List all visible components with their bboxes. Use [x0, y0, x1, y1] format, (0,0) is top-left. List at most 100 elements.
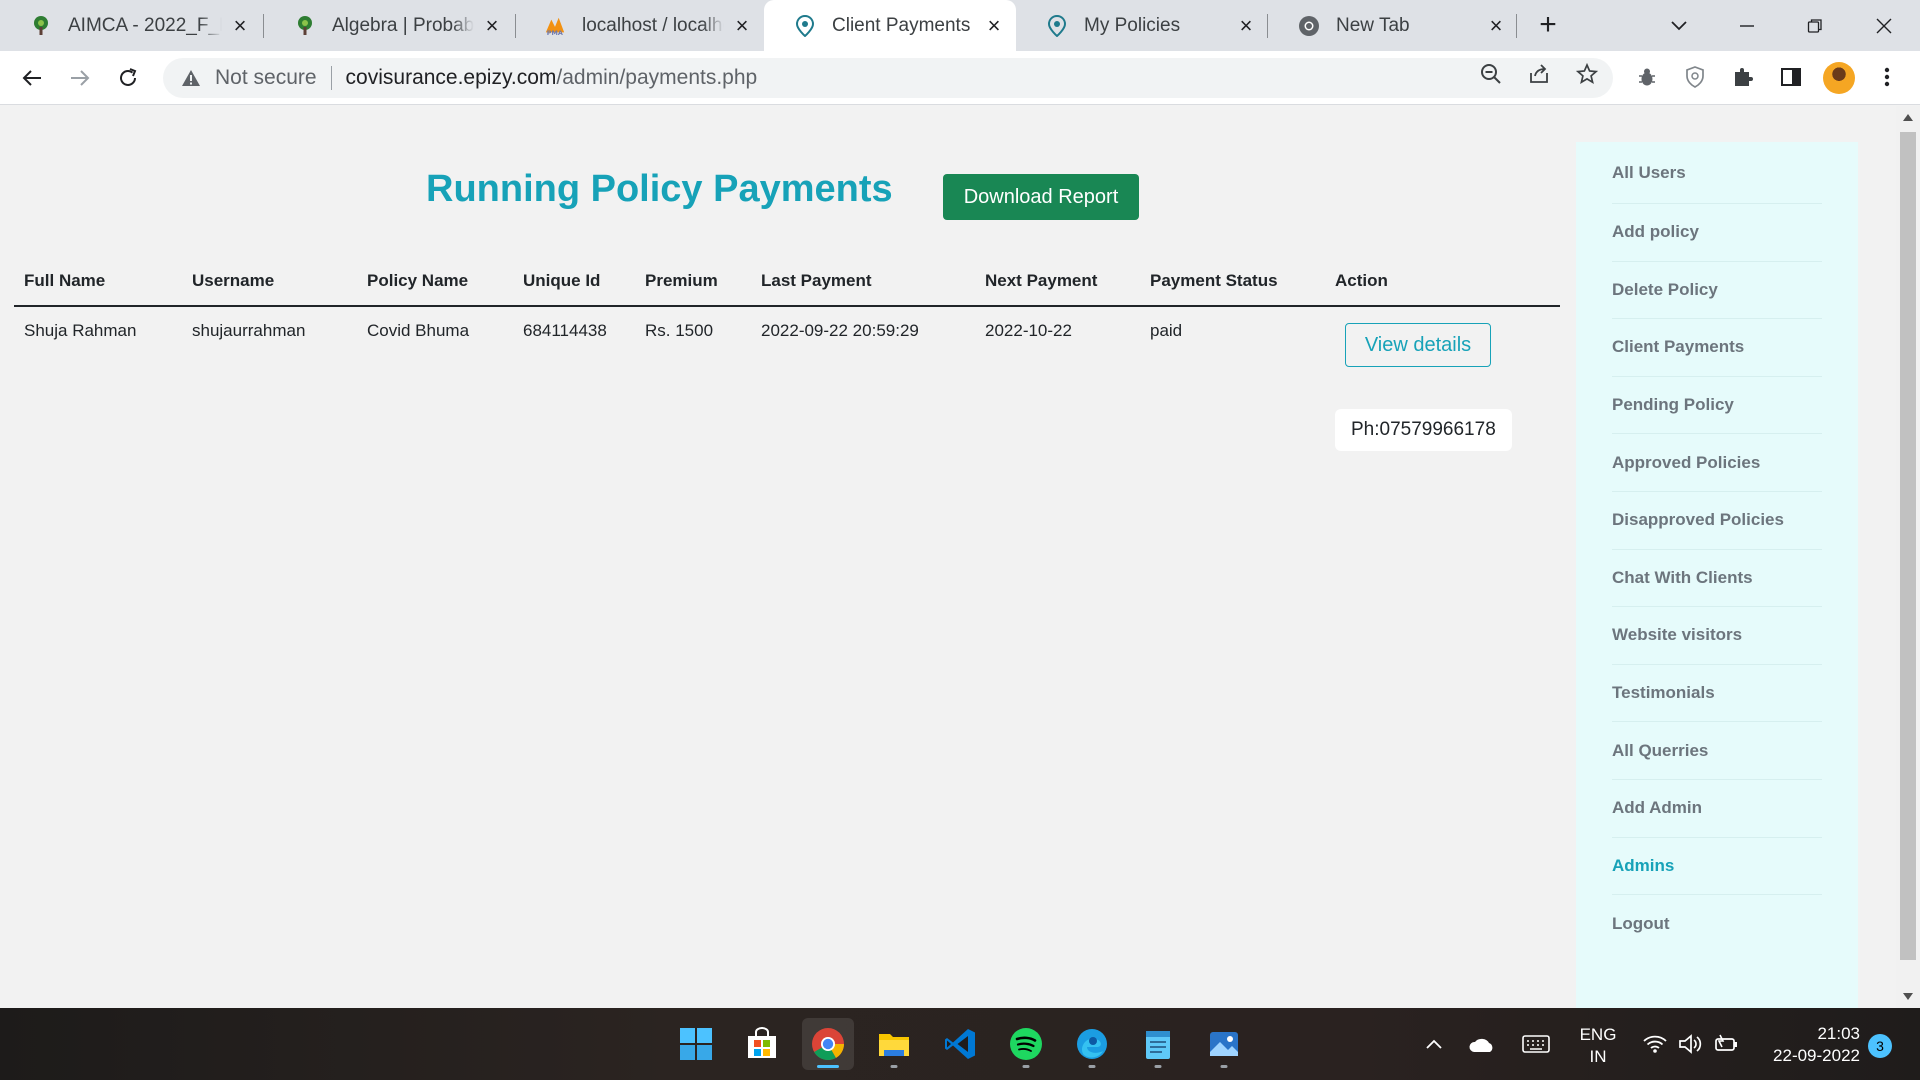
location-pin-favicon-icon [794, 14, 816, 37]
windows-taskbar: ENG IN 21:03 22-09-2022 3 [0, 1008, 1920, 1080]
close-tab-icon[interactable]: × [230, 14, 250, 36]
column-header-last-payment: Last Payment [751, 256, 975, 307]
scroll-down-arrow-icon[interactable] [1903, 993, 1913, 1000]
cell-last-payment: 2022-09-22 20:59:29 [761, 321, 919, 340]
close-tab-icon[interactable]: × [482, 14, 502, 36]
running-indicator [1220, 1065, 1228, 1068]
side-panel-icon[interactable] [1776, 62, 1806, 92]
close-window-icon[interactable] [1866, 8, 1902, 44]
scroll-up-arrow-icon[interactable] [1903, 114, 1913, 121]
close-tab-icon[interactable]: × [732, 14, 752, 36]
tab-search-chevron-icon[interactable] [1661, 8, 1697, 44]
svg-text:PMA: PMA [547, 29, 563, 37]
running-indicator [817, 1065, 839, 1068]
restore-window-icon[interactable] [1797, 8, 1833, 44]
tab-title: Algebra | Probabilit [332, 14, 474, 36]
sidebar-item-logout[interactable]: Logout [1612, 895, 1822, 953]
volume-speaker-icon[interactable] [1676, 1030, 1706, 1058]
profile-avatar[interactable] [1823, 62, 1855, 94]
language-code: ENG [1579, 1025, 1617, 1044]
browser-tab-algebra[interactable]: Algebra | Probabilit × [264, 0, 514, 51]
cell-next-payment: 2022-10-22 [985, 321, 1072, 340]
browser-tab-my-policies[interactable]: My Policies × [1016, 0, 1268, 51]
cell-payment-status: paid [1150, 321, 1183, 340]
sidebar-item-disapproved-policies[interactable]: Disapproved Policies [1612, 492, 1822, 550]
new-tab-plus-icon[interactable]: + [1532, 10, 1564, 42]
browser-tab-phpmyadmin[interactable]: PMA localhost / localhos × [514, 0, 764, 51]
view-details-button[interactable]: View details [1345, 323, 1491, 367]
tab-title: Client Payments [832, 14, 971, 36]
url-path: /admin/payments.php [556, 66, 758, 89]
battery-charging-icon[interactable] [1712, 1030, 1742, 1058]
photos-icon[interactable] [1198, 1018, 1250, 1070]
back-arrow-icon[interactable] [15, 61, 49, 95]
page-title: Running Policy Payments [426, 168, 893, 210]
bookmark-star-icon[interactable] [1572, 59, 1602, 89]
column-header-premium: Premium [635, 256, 751, 307]
sidebar-item-all-querries[interactable]: All Querries [1612, 722, 1822, 780]
close-tab-icon[interactable]: × [1236, 14, 1256, 36]
scrollbar-thumb[interactable] [1900, 132, 1916, 960]
sidebar-item-delete-policy[interactable]: Delete Policy [1612, 262, 1822, 320]
column-header-policy-name: Policy Name [357, 256, 513, 307]
reload-icon[interactable] [111, 61, 145, 95]
download-report-button[interactable]: Download Report [943, 174, 1139, 220]
warning-triangle-icon[interactable] [179, 66, 203, 90]
clock-time: 21:03 [1817, 1024, 1860, 1043]
minimize-window-icon[interactable] [1729, 8, 1765, 44]
cell-unique-id: 684114438 [523, 321, 607, 340]
sidebar-item-testimonials[interactable]: Testimonials [1612, 665, 1822, 723]
table-row: Shuja Rahman shujaurrahman Covid Bhuma 6… [14, 306, 1560, 451]
browser-tab-client-payments[interactable]: Client Payments × [764, 0, 1016, 51]
sidebar-item-admins[interactable]: Admins [1612, 838, 1822, 896]
sidebar-item-chat-with-clients[interactable]: Chat With Clients [1612, 550, 1822, 608]
location-pin-favicon-icon [1046, 14, 1068, 37]
security-status-label[interactable]: Not secure [215, 66, 317, 90]
cell-action: View details Ph:07579966178 [1325, 306, 1560, 451]
column-header-action: Action [1325, 256, 1560, 307]
sidebar-item-add-policy[interactable]: Add policy [1612, 204, 1822, 262]
vscode-icon[interactable] [934, 1018, 986, 1070]
close-tab-icon[interactable]: × [984, 14, 1004, 36]
share-icon[interactable] [1524, 59, 1554, 89]
sidebar-item-add-admin[interactable]: Add Admin [1612, 780, 1822, 838]
touch-keyboard-icon[interactable] [1520, 1030, 1552, 1058]
column-header-payment-status: Payment Status [1140, 256, 1325, 307]
running-indicator [1154, 1065, 1162, 1068]
url-host: covisurance.epizy.com [345, 66, 557, 89]
onedrive-cloud-icon[interactable] [1466, 1030, 1498, 1058]
page-scrollbar[interactable] [1896, 106, 1920, 1008]
forward-arrow-icon[interactable] [63, 61, 97, 95]
bug-extension-icon[interactable] [1632, 62, 1662, 92]
microsoft-store-icon[interactable] [736, 1018, 788, 1070]
sidebar-item-website-visitors[interactable]: Website visitors [1612, 607, 1822, 665]
kebab-menu-icon[interactable] [1872, 62, 1902, 92]
sidebar-item-client-payments[interactable]: Client Payments [1612, 319, 1822, 377]
address-divider [330, 66, 332, 90]
system-clock[interactable]: 21:03 22-09-2022 [1750, 1023, 1860, 1067]
wifi-icon[interactable] [1640, 1030, 1670, 1058]
browser-tab-new-tab[interactable]: New Tab × [1268, 0, 1518, 51]
browser-tab-aimca[interactable]: AIMCA - 2022_F_Ba × [0, 0, 262, 51]
chrome-icon[interactable] [802, 1018, 854, 1070]
spotify-icon[interactable] [1000, 1018, 1052, 1070]
browser-toolbar: Not secure covisurance.epizy.com/admin/p… [0, 51, 1920, 105]
shield-extension-icon[interactable] [1680, 62, 1710, 92]
zoom-magnifier-icon[interactable] [1476, 59, 1506, 89]
puzzle-extensions-icon[interactable] [1728, 62, 1758, 92]
show-hidden-icons-chevron-icon[interactable] [1420, 1030, 1448, 1058]
file-explorer-icon[interactable] [868, 1018, 920, 1070]
cell-policy-name: Covid Bhuma [367, 321, 470, 340]
close-tab-icon[interactable]: × [1486, 14, 1506, 36]
sidebar-item-all-users[interactable]: All Users [1612, 142, 1822, 204]
edge-icon[interactable] [1066, 1018, 1118, 1070]
notification-count-badge[interactable]: 3 [1868, 1034, 1892, 1058]
input-language-indicator[interactable]: ENG IN [1570, 1024, 1626, 1068]
address-bar[interactable]: Not secure covisurance.epizy.com/admin/p… [163, 58, 1613, 98]
page-viewport: Running Policy Payments Download Report … [0, 106, 1896, 1008]
sidebar-item-approved-policies[interactable]: Approved Policies [1612, 434, 1822, 492]
tab-title: My Policies [1084, 14, 1181, 36]
sidebar-item-pending-policy[interactable]: Pending Policy [1612, 377, 1822, 435]
windows-start-icon[interactable] [670, 1018, 722, 1070]
notepad-icon[interactable] [1132, 1018, 1184, 1070]
